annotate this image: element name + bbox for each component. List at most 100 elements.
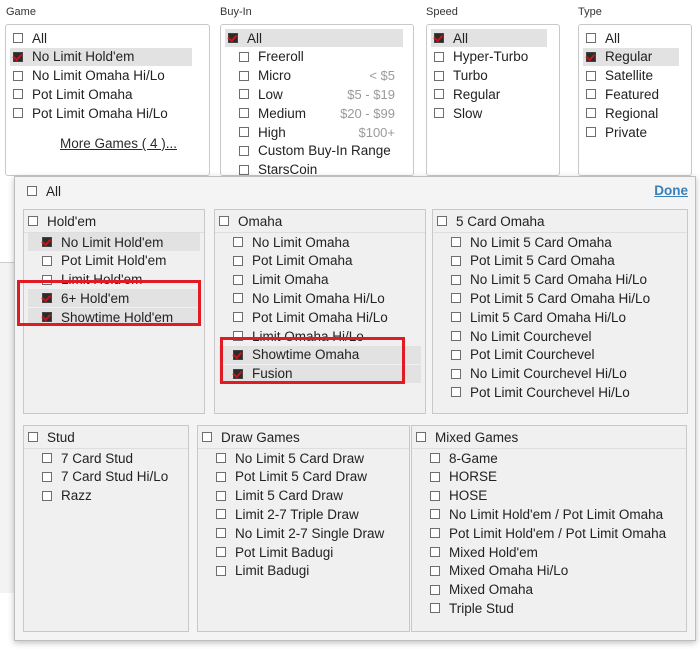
option-no-limit-5-card-omaha-hi-lo[interactable]: No Limit 5 Card Omaha Hi/Lo	[437, 271, 683, 289]
checkbox-icon[interactable]	[586, 108, 596, 119]
option-regional[interactable]: Regional	[583, 104, 679, 122]
option-pot-limit-badugi[interactable]: Pot Limit Badugi	[202, 543, 405, 561]
checkbox-icon[interactable]	[586, 89, 596, 100]
option-8-game[interactable]: 8-Game	[416, 449, 682, 467]
checkbox-icon[interactable]	[239, 164, 249, 175]
option-no-limit-courchevel[interactable]: No Limit Courchevel	[437, 327, 683, 345]
option-pot-limit-courchevel[interactable]: Pot Limit Courchevel	[437, 346, 683, 364]
option-triple-stud[interactable]: Triple Stud	[416, 599, 682, 617]
checkbox-icon[interactable]	[42, 490, 52, 501]
checkbox-icon[interactable]	[451, 387, 461, 398]
option-micro[interactable]: Micro < $5	[239, 67, 403, 85]
checkbox-icon[interactable]	[451, 331, 461, 341]
option-hose[interactable]: HOSE	[416, 487, 682, 505]
option-no-limit-2-7-single-draw[interactable]: No Limit 2-7 Single Draw	[202, 524, 405, 542]
option-high[interactable]: High $100+	[239, 123, 403, 141]
option-limit-5-card-omaha-hi-lo[interactable]: Limit 5 Card Omaha Hi/Lo	[437, 308, 683, 326]
checkbox-icon[interactable]	[437, 216, 447, 226]
checkbox-icon[interactable]	[219, 216, 229, 226]
option-turbo[interactable]: Turbo	[431, 67, 547, 85]
checkbox-icon[interactable]	[430, 471, 440, 482]
popup-all-option[interactable]: All	[27, 182, 61, 200]
checkbox-icon[interactable]	[430, 453, 440, 463]
checkbox-icon[interactable]	[586, 70, 596, 81]
option-satellite[interactable]: Satellite	[583, 67, 679, 85]
option-no-limit-hold-em[interactable]: No Limit Hold'em	[28, 233, 200, 251]
checkbox-icon[interactable]	[233, 274, 243, 285]
checkbox-icon[interactable]	[239, 145, 249, 156]
option-low[interactable]: Low $5 - $19	[239, 85, 403, 103]
group-toggle-stud[interactable]: Stud	[28, 428, 75, 446]
checkbox-icon[interactable]	[233, 312, 243, 323]
option-no-limit-omaha-hi-lo[interactable]: No Limit Omaha Hi/Lo	[219, 289, 421, 307]
checkbox-icon[interactable]	[42, 471, 52, 482]
option-slow[interactable]: Slow	[431, 104, 547, 122]
group-toggle-draw[interactable]: Draw Games	[202, 428, 300, 446]
checkbox-icon[interactable]	[216, 490, 226, 501]
option-horse[interactable]: HORSE	[416, 468, 682, 486]
checkbox-icon[interactable]	[586, 33, 596, 43]
checkbox-icon[interactable]	[216, 509, 226, 520]
checkbox-icon[interactable]	[13, 89, 23, 100]
option-no-limit-hold-em-pot-limit-omaha[interactable]: No Limit Hold'em / Pot Limit Omaha	[416, 505, 682, 523]
option-pot-limit-omaha[interactable]: Pot Limit Omaha	[219, 252, 421, 270]
checkbox-icon[interactable]	[28, 216, 38, 226]
option-regular[interactable]: Regular	[583, 47, 679, 66]
done-link[interactable]: Done	[654, 183, 688, 198]
option-regular[interactable]: Regular	[431, 85, 547, 103]
checkbox-icon[interactable]	[430, 603, 440, 614]
option-pot-limit-courchevel-hi-lo[interactable]: Pot Limit Courchevel Hi/Lo	[437, 383, 683, 401]
option-no-limit-5-card-draw[interactable]: No Limit 5 Card Draw	[202, 449, 405, 467]
checkbox-icon[interactable]	[233, 293, 243, 304]
option-pot-limit-5-card-omaha-hi-lo[interactable]: Pot Limit 5 Card Omaha Hi/Lo	[437, 289, 683, 307]
option-all[interactable]: All	[225, 29, 403, 47]
checkbox-icon[interactable]	[13, 70, 23, 81]
option-limit-5-card-draw[interactable]: Limit 5 Card Draw	[202, 487, 405, 505]
option-no-limit-courchevel-hi-lo[interactable]: No Limit Courchevel Hi/Lo	[437, 365, 683, 383]
option-all[interactable]: All	[431, 29, 547, 47]
checkbox-icon[interactable]	[216, 528, 226, 539]
checkbox-icon[interactable]	[239, 127, 249, 137]
option-razz[interactable]: Razz	[28, 487, 184, 505]
checkbox-icon[interactable]	[13, 108, 23, 119]
option-featured[interactable]: Featured	[583, 85, 679, 103]
checkbox-icon[interactable]	[430, 565, 440, 576]
checkbox-checked-icon[interactable]	[586, 51, 596, 62]
checkbox-icon[interactable]	[239, 108, 249, 119]
option-private[interactable]: Private	[583, 123, 679, 141]
checkbox-checked-icon[interactable]	[42, 237, 52, 247]
option-custom-buy-in-range[interactable]: Custom Buy-In Range	[239, 142, 403, 160]
checkbox-icon[interactable]	[27, 186, 37, 196]
checkbox-icon[interactable]	[434, 70, 444, 81]
option-mixed-omaha-hi-lo[interactable]: Mixed Omaha Hi/Lo	[416, 562, 682, 580]
option-pot-limit-5-card-draw[interactable]: Pot Limit 5 Card Draw	[202, 468, 405, 486]
checkbox-icon[interactable]	[434, 108, 444, 119]
option-hyper-turbo[interactable]: Hyper-Turbo	[431, 48, 547, 66]
option-pot-limit-omaha-hi-lo[interactable]: Pot Limit Omaha Hi/Lo	[10, 104, 192, 122]
option-all[interactable]: All	[583, 29, 679, 47]
checkbox-icon[interactable]	[430, 584, 440, 595]
checkbox-icon[interactable]	[451, 312, 461, 323]
option-7-card-stud-hi-lo[interactable]: 7 Card Stud Hi/Lo	[28, 468, 184, 486]
option-mixed-hold-em[interactable]: Mixed Hold'em	[416, 543, 682, 561]
option-pot-limit-omaha-hi-lo[interactable]: Pot Limit Omaha Hi/Lo	[219, 308, 421, 326]
group-toggle-holdem[interactable]: Hold'em	[28, 212, 96, 230]
checkbox-icon[interactable]	[434, 89, 444, 100]
checkbox-icon[interactable]	[202, 432, 212, 442]
checkbox-icon[interactable]	[216, 565, 226, 576]
option-limit-omaha[interactable]: Limit Omaha	[219, 271, 421, 289]
checkbox-icon[interactable]	[430, 547, 440, 557]
option-no-limit-omaha-hi-lo[interactable]: No Limit Omaha Hi/Lo	[10, 67, 192, 85]
checkbox-checked-icon[interactable]	[13, 51, 23, 62]
checkbox-icon[interactable]	[239, 89, 249, 100]
group-toggle-mixed[interactable]: Mixed Games	[416, 428, 518, 446]
checkbox-icon[interactable]	[451, 274, 461, 285]
option-pot-limit-hold-em-pot-limit-omaha[interactable]: Pot Limit Hold'em / Pot Limit Omaha	[416, 524, 682, 542]
option-no-limit-5-card-omaha[interactable]: No Limit 5 Card Omaha	[437, 233, 683, 251]
checkbox-icon[interactable]	[430, 509, 440, 520]
checkbox-icon[interactable]	[239, 51, 249, 62]
checkbox-icon[interactable]	[451, 293, 461, 304]
checkbox-icon[interactable]	[451, 349, 461, 360]
checkbox-icon[interactable]	[216, 547, 226, 557]
option-no-limit-omaha[interactable]: No Limit Omaha	[219, 233, 421, 251]
